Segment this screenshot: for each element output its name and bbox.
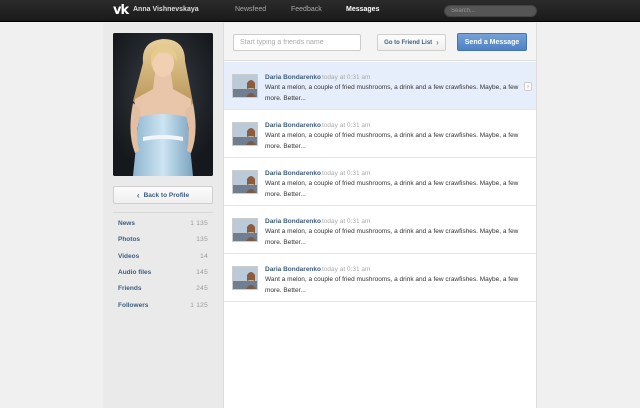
sidebar-item-label: Audio files [118, 268, 152, 276]
back-to-profile-label: Back to Profile [143, 191, 190, 199]
sidebar-item-label: Photos [118, 235, 141, 243]
search-input[interactable] [444, 5, 537, 17]
avatar-image [233, 123, 257, 145]
message-row[interactable]: Daria Bondarenko today at 0:31 am Want a… [224, 206, 536, 254]
sidebar-item-news[interactable]: News 1 135 [118, 217, 208, 229]
avatar[interactable] [232, 170, 258, 194]
avatar[interactable] [232, 122, 258, 146]
profile-photo[interactable] [113, 33, 213, 176]
avatar[interactable] [232, 218, 258, 242]
page-background-left [0, 23, 103, 408]
message-author[interactable]: Daria Bondarenko [265, 218, 321, 225]
sidebar-divider [113, 212, 213, 213]
avatar-image [233, 171, 257, 193]
avatar-image [233, 75, 257, 97]
sidebar-item-photos[interactable]: Photos 135 [118, 233, 208, 245]
message-row[interactable]: Daria Bondarenko today at 0:31 am Want a… [224, 62, 536, 110]
avatar[interactable] [232, 74, 258, 98]
back-to-profile-button[interactable]: ‹ Back to Profile [113, 186, 213, 204]
avatar-image [233, 267, 257, 289]
nav-messages[interactable]: Messages [346, 6, 379, 13]
sidebar-item-friends[interactable]: Friends 245 [118, 282, 208, 294]
sidebar-item-label: News [118, 219, 135, 227]
message-author[interactable]: Daria Bondarenko [265, 170, 321, 177]
message-author[interactable]: Daria Bondarenko [265, 122, 321, 129]
top-navigation-bar: vk Anna Vishnevskaya Newsfeed Feedback M… [0, 0, 640, 22]
vk-logo[interactable]: vk [113, 3, 129, 18]
sidebar-item-count: 145 [196, 268, 208, 276]
message-preview: Want a melon, a couple of fried mushroom… [265, 228, 519, 246]
sidebar-item-label: Videos [118, 252, 140, 260]
sidebar-item-followers[interactable]: Followers 1 125 [118, 299, 208, 311]
sidebar-item-count: 1 135 [190, 219, 208, 227]
sidebar-item-count: 1 125 [190, 301, 208, 309]
sidebar-item-label: Followers [118, 301, 149, 309]
message-preview: Want a melon, a couple of fried mushroom… [265, 132, 519, 150]
go-to-friend-list-label: Go to Friend List [384, 39, 433, 46]
go-to-friend-list-button[interactable]: Go to Friend List › [377, 34, 446, 51]
friend-search-input[interactable] [233, 34, 361, 51]
message-row[interactable]: Daria Bondarenko today at 0:31 am Want a… [224, 254, 536, 302]
sidebar-item-audio-files[interactable]: Audio files 145 [118, 266, 208, 278]
profile-photo-image [113, 33, 213, 176]
page-background-right [537, 23, 640, 408]
message-preview: Want a melon, a couple of fried mushroom… [265, 84, 519, 102]
message-time: today at 0:31 am [322, 266, 371, 273]
message-preview: Want a melon, a couple of fried mushroom… [265, 276, 519, 294]
send-message-button[interactable]: Send a Message [457, 33, 527, 51]
sidebar-item-label: Friends [118, 284, 142, 292]
message-row[interactable]: Daria Bondarenko today at 0:31 am Want a… [224, 158, 536, 206]
sidebar-item-count: 14 [200, 252, 208, 260]
message-time: today at 0:31 am [322, 218, 371, 225]
chevron-right-icon[interactable]: › [524, 82, 532, 91]
message-author[interactable]: Daria Bondarenko [265, 74, 321, 81]
message-preview: Want a melon, a couple of fried mushroom… [265, 180, 519, 198]
sidebar-item-count: 245 [196, 284, 208, 292]
current-user-name[interactable]: Anna Vishnevskaya [133, 6, 199, 13]
avatar[interactable] [232, 266, 258, 290]
message-row[interactable]: Daria Bondarenko today at 0:31 am Want a… [224, 110, 536, 158]
chevron-right-icon: › [436, 38, 439, 47]
sidebar-item-count: 135 [196, 235, 208, 243]
chevron-left-icon: ‹ [136, 190, 140, 200]
nav-newsfeed[interactable]: Newsfeed [235, 6, 266, 13]
message-author[interactable]: Daria Bondarenko [265, 266, 321, 273]
message-time: today at 0:31 am [322, 74, 371, 81]
avatar-image [233, 219, 257, 241]
sidebar-item-videos[interactable]: Videos 14 [118, 250, 208, 262]
message-time: today at 0:31 am [322, 122, 371, 129]
nav-feedback[interactable]: Feedback [291, 6, 322, 13]
message-time: today at 0:31 am [322, 170, 371, 177]
